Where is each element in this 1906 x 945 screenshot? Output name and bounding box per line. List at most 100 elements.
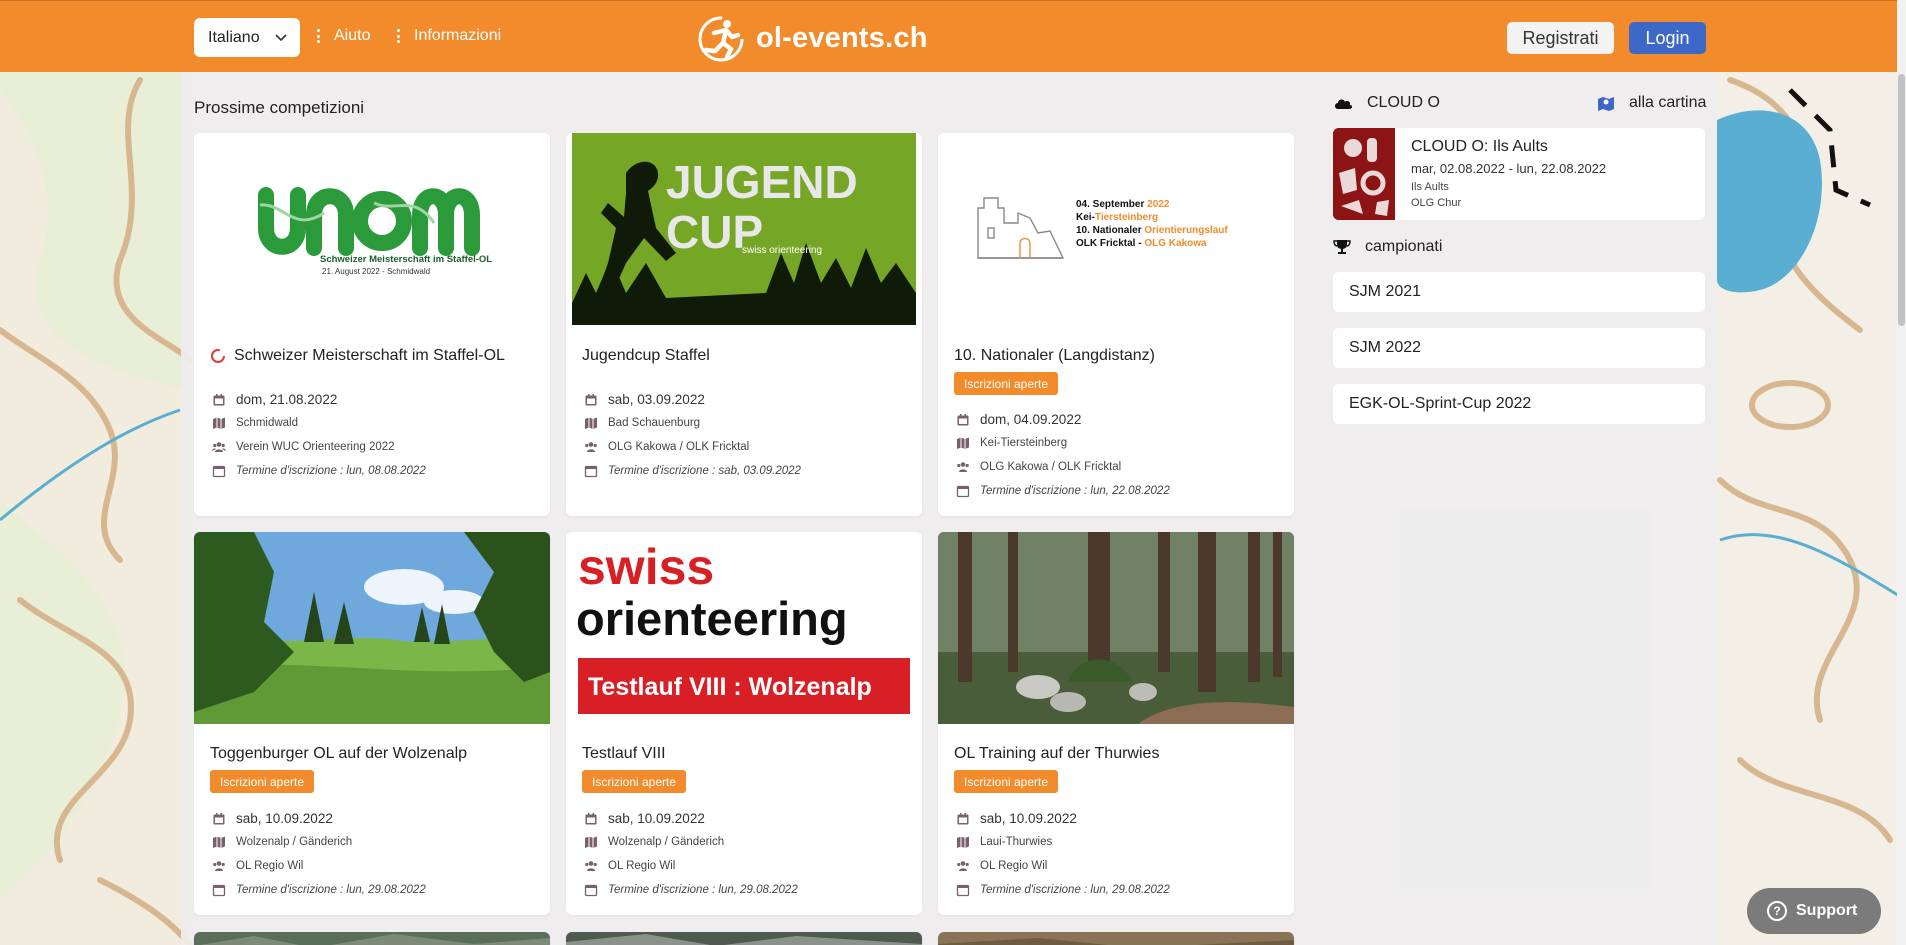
- event-deadline-text: Termine d'iscrizione : sab, 03.09.2022: [608, 465, 801, 477]
- event-organizer-text: OL Regio Wil: [608, 860, 676, 872]
- event-location-text: Laui-Thurwies: [980, 836, 1053, 848]
- event-title-text: Schweizer Meisterschaft im Staffel-OL: [234, 347, 505, 364]
- cloud-o-logo-image: [1333, 128, 1395, 220]
- registration-open-badge: Iscrizioni aperte: [210, 770, 315, 793]
- calendar-outline-icon: [956, 884, 970, 897]
- cloud-event-title: CLOUD O: Ils Aults: [1411, 138, 1548, 155]
- event-location-text: Wolzenalp / Gänderich: [236, 836, 353, 848]
- register-button[interactable]: Registrati: [1507, 22, 1614, 54]
- event-deadline-text: Termine d'iscrizione : lun, 22.08.2022: [980, 485, 1170, 497]
- poster-banner: Testlauf VIII : Wolzenalp: [588, 673, 872, 701]
- championships-heading-text: campionati: [1365, 238, 1443, 255]
- language-select-value: Italiano: [208, 28, 260, 46]
- login-button[interactable]: Login: [1629, 22, 1706, 54]
- event-location: Wolzenalp / Gänderich: [584, 835, 724, 849]
- map-marker-icon: [1598, 97, 1614, 111]
- nav-link-help[interactable]: Aiuto: [316, 27, 370, 45]
- event-photo-forest: [938, 532, 1294, 724]
- event-deadline-text: Termine d'iscrizione : lun, 29.08.2022: [608, 884, 798, 896]
- event-organizer-text: OL Regio Wil: [236, 860, 304, 872]
- event-card-toggenburger[interactable]: Toggenburger OL auf der Wolzenalp Iscriz…: [194, 532, 550, 915]
- chevron-down-icon: [275, 34, 287, 42]
- language-select[interactable]: Italiano: [194, 18, 300, 57]
- event-title: Schweizer Meisterschaft im Staffel-OL: [210, 347, 505, 365]
- event-date: dom, 04.09.2022: [956, 412, 1081, 427]
- map-icon: [213, 417, 225, 429]
- event-organizer-text: OLG Kakowa / OLK Fricktal: [980, 461, 1122, 473]
- event-card-jugendcup[interactable]: JUGEND CUP swiss orienteering Jugendcup …: [566, 133, 922, 516]
- dots-icon: [316, 29, 320, 43]
- calendar-outline-icon: [584, 884, 598, 897]
- registration-open-badge: Iscrizioni aperte: [954, 372, 1059, 395]
- calendar-icon: [585, 812, 597, 824]
- event-deadline-text: Termine d'iscrizione : lun, 08.08.2022: [236, 465, 426, 477]
- event-photo-partial: [938, 932, 1294, 945]
- poster-line1a: 04. September: [1076, 199, 1147, 210]
- section-title: Prossime competizioni: [194, 98, 365, 117]
- poster-line3a: 10. Nationaler: [1076, 225, 1144, 236]
- calendar-icon: [585, 393, 597, 405]
- event-card-thurwies[interactable]: OL Training auf der Thurwies Iscrizioni …: [938, 532, 1294, 915]
- event-organizer: OLG Kakowa / OLK Fricktal: [584, 440, 749, 454]
- nav-link-info[interactable]: Informazioni: [396, 27, 501, 45]
- poster-swiss: swiss: [578, 539, 714, 595]
- map-link[interactable]: alla cartina: [1597, 94, 1706, 112]
- event-location-text: Wolzenalp / Gänderich: [608, 836, 725, 848]
- event-deadline: Termine d'iscrizione : lun, 29.08.2022: [212, 883, 426, 897]
- event-card-partial[interactable]: [938, 932, 1294, 945]
- cloud-event-organizer: OLG Chur: [1411, 197, 1462, 209]
- event-poster-image: JUGEND CUP swiss orienteering: [566, 133, 922, 325]
- poster-line1b: 2022: [1147, 199, 1170, 210]
- poster-line1: JUGEND: [666, 156, 858, 208]
- poster-line4a: OLK Fricktal -: [1076, 238, 1144, 249]
- question-icon: ?: [1767, 901, 1787, 921]
- cloud-icon: [1335, 99, 1353, 109]
- support-button[interactable]: ? Support: [1747, 888, 1881, 934]
- championship-item[interactable]: EGK-OL-Sprint-Cup 2022: [1333, 384, 1705, 424]
- users-icon: [585, 861, 597, 871]
- event-title: OL Training auf der Thurwies: [954, 745, 1160, 762]
- event-card-partial[interactable]: [566, 932, 922, 945]
- page-scrollbar[interactable]: [1897, 0, 1906, 945]
- scrollbar-thumb[interactable]: [1898, 74, 1905, 326]
- event-location: Laui-Thurwies: [956, 835, 1052, 849]
- calendar-outline-icon: [212, 884, 226, 897]
- cloud-event-card[interactable]: CLOUD O: Ils Aults mar, 02.08.2022 - lun…: [1333, 128, 1705, 220]
- cloud-event-dates: mar, 02.08.2022 - lun, 22.08.2022: [1411, 161, 1607, 176]
- main-content: Prossime competizioni Schweizer Meisters…: [181, 72, 1717, 945]
- event-deadline-text: Termine d'iscrizione : lun, 29.08.2022: [980, 884, 1170, 896]
- event-location-text: Bad Schauenburg: [608, 417, 701, 429]
- event-card-swiss-relay[interactable]: Schweizer Meisterschaft im Staffel-OL 21…: [194, 133, 550, 516]
- map-icon: [957, 836, 969, 848]
- event-title: Toggenburger OL auf der Wolzenalp: [210, 745, 468, 762]
- site-logo[interactable]: ol-events.ch: [696, 13, 928, 63]
- event-organizer: Verein WUC Orienteering 2022: [212, 440, 395, 454]
- event-poster-image: swiss orienteering Testlauf VIII : Wolze…: [566, 532, 922, 724]
- event-date-text: dom, 04.09.2022: [980, 412, 1082, 427]
- event-organizer: OL Regio Wil: [212, 859, 303, 873]
- event-card-partial[interactable]: [194, 932, 550, 945]
- event-date-text: sab, 03.09.2022: [608, 392, 705, 407]
- event-deadline-text: Termine d'iscrizione : lun, 29.08.2022: [236, 884, 426, 896]
- calendar-outline-icon: [212, 465, 226, 478]
- calendar-outline-icon: [956, 485, 970, 498]
- calendar-icon: [213, 393, 225, 405]
- event-photo-meadow: [194, 532, 550, 724]
- loading-ring-icon: [211, 349, 225, 363]
- event-organizer-text: OL Regio Wil: [980, 860, 1048, 872]
- event-date: sab, 10.09.2022: [584, 811, 705, 826]
- map-icon: [957, 437, 969, 449]
- event-date-text: sab, 10.09.2022: [236, 811, 333, 826]
- event-logo-image: 04. September 2022 Kei-Tiersteinberg 10.…: [938, 133, 1294, 325]
- event-card-testlauf[interactable]: swiss orienteering Testlauf VIII : Wolze…: [566, 532, 922, 915]
- event-card-nationaler[interactable]: 04. September 2022 Kei-Tiersteinberg 10.…: [938, 133, 1294, 516]
- event-logo-caption: Schweizer Meisterschaft im Staffel-OL: [320, 254, 492, 265]
- championship-item[interactable]: SJM 2021: [1333, 272, 1705, 312]
- cloud-o-heading: CLOUD O: [1333, 94, 1440, 112]
- event-logo-subcaption: 21. August 2022 - Schmidwald: [322, 267, 430, 276]
- event-deadline: Termine d'iscrizione : lun, 22.08.2022: [956, 484, 1170, 498]
- map-icon: [585, 417, 597, 429]
- championship-item[interactable]: SJM 2022: [1333, 328, 1705, 368]
- dots-icon: [396, 29, 400, 43]
- registration-open-badge: Iscrizioni aperte: [954, 770, 1059, 793]
